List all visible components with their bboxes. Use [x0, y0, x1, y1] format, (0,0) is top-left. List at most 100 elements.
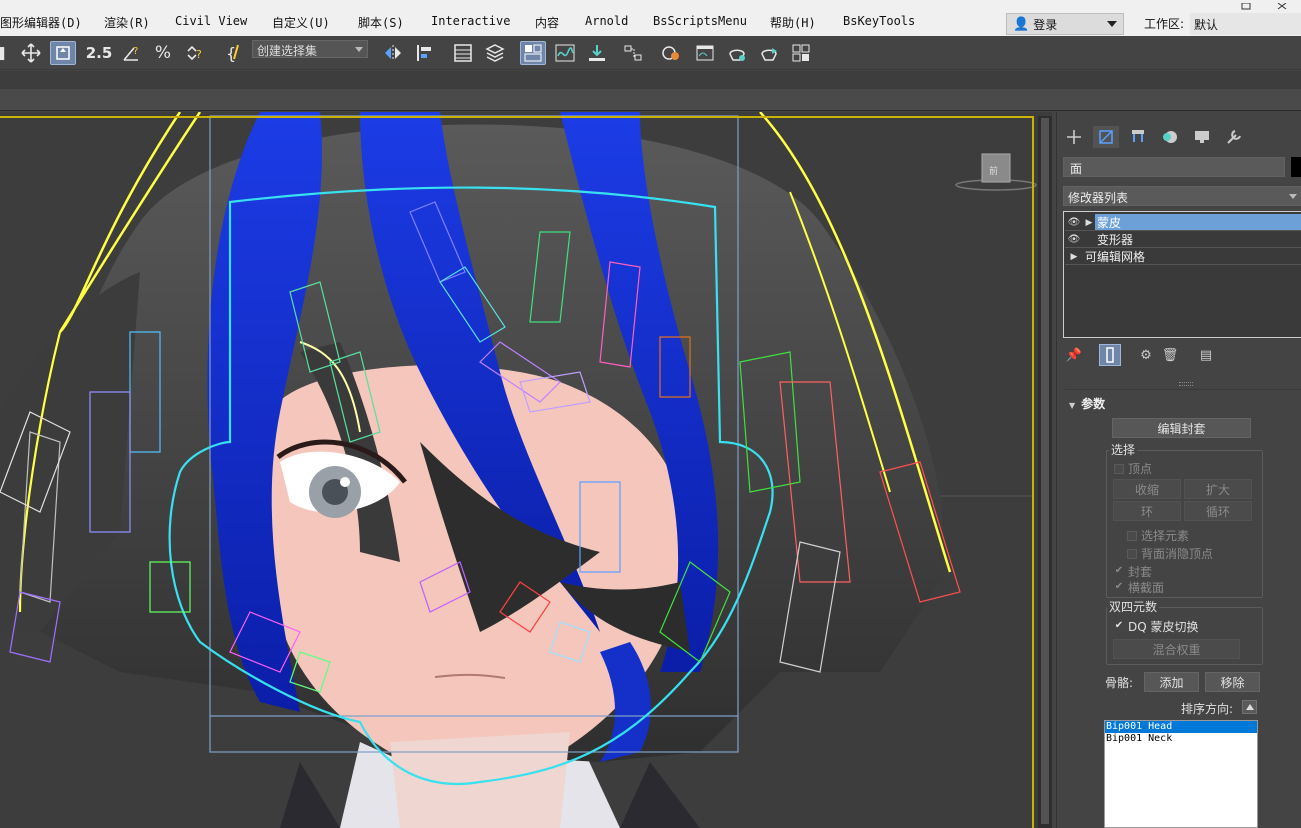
rollout-title: 参数 [1081, 397, 1106, 411]
material-editor-icon[interactable] [658, 41, 684, 65]
menu-arnold[interactable]: Arnold [585, 0, 628, 36]
viewport-splitter[interactable] [1038, 116, 1052, 828]
svg-text:?: ? [196, 48, 202, 61]
workspace-dropdown[interactable]: 默认 [1190, 13, 1301, 35]
workspace-label: 工作区: [1144, 17, 1185, 31]
chevron-down-icon [1289, 194, 1297, 199]
menu-graph-editors[interactable]: 图形编辑器(D) [0, 0, 82, 36]
edit-envelopes-button[interactable]: 编辑封套 [1112, 418, 1251, 438]
toggle-ribbon-icon[interactable] [520, 41, 546, 65]
dq-skin-toggle-checkbox[interactable]: ✔ DQ 蒙皮切换 [1114, 618, 1199, 635]
dual-quaternion-label: 双四元数 [1107, 598, 1160, 615]
chevron-down-icon [1107, 21, 1117, 27]
scene-explorer-icon[interactable] [450, 41, 476, 65]
list-item[interactable]: Bip001 Head [1105, 721, 1257, 733]
menu-help[interactable]: 帮助(H) [770, 0, 816, 36]
tab-display[interactable] [1189, 126, 1215, 148]
shrink-button[interactable]: 收缩 [1113, 479, 1181, 499]
menu-customize[interactable]: 自定义(U) [272, 0, 330, 36]
svg-text:前: 前 [989, 165, 998, 177]
dope-sheet-icon[interactable] [584, 41, 610, 65]
selection-set-placeholder: 创建选择集 [257, 44, 318, 58]
select-group-label: 选择 [1109, 441, 1138, 458]
grow-button[interactable]: 扩大 [1184, 479, 1252, 499]
menu-bskeytools[interactable]: BsKeyTools [843, 0, 915, 36]
menu-interactive[interactable]: Interactive [431, 0, 510, 36]
cross-sections-checkbox[interactable]: ✔ 横截面 [1114, 579, 1164, 596]
render-setup-icon[interactable] [692, 41, 718, 65]
render-production-icon[interactable] [756, 41, 782, 65]
motion-icon [1163, 131, 1177, 143]
add-bone-button[interactable]: 添加 [1144, 672, 1199, 692]
curve-editor-icon[interactable] [552, 41, 578, 65]
spinner-snap-icon[interactable]: ? [182, 41, 208, 65]
display-icon [1195, 131, 1209, 143]
move-icon[interactable] [18, 41, 44, 65]
eye-icon[interactable]: 👁 [1065, 234, 1083, 245]
snap-label: 2.5 [85, 44, 113, 62]
schematic-view-icon[interactable] [620, 41, 646, 65]
stack-item-skin[interactable]: 👁 ▶ 蒙皮 [1065, 214, 1301, 231]
login-label: 登录 [1033, 17, 1058, 32]
rollout-parameters[interactable]: ▼ 参数 [1069, 395, 1105, 412]
menu-bar: 图形编辑器(D) 渲染(R) Civil View 自定义(U) 脚本(S) I… [0, 0, 1301, 36]
link-icon[interactable]: ▮ [0, 41, 14, 65]
select-element-checkbox[interactable]: 选择元素 [1127, 527, 1189, 544]
render-grid-icon[interactable] [788, 41, 814, 65]
bones-list[interactable]: Bip001 Head Bip001 Neck [1104, 720, 1258, 828]
expand-arrow-icon[interactable]: ▶ [1083, 218, 1095, 228]
splitter-handle[interactable] [1041, 118, 1049, 824]
list-item[interactable]: Bip001 Neck [1105, 733, 1257, 745]
envelopes-checkbox[interactable]: ✔ 封套 [1114, 563, 1152, 580]
loop-button[interactable]: 循环 [1184, 501, 1252, 521]
backface-cull-checkbox[interactable]: 背面消隐顶点 [1127, 545, 1213, 562]
pin-stack-icon[interactable]: 📌 [1063, 344, 1085, 366]
menu-rendering[interactable]: 渲染(R) [104, 0, 150, 36]
tab-modify[interactable] [1093, 126, 1119, 148]
login-dropdown[interactable]: 👤 登录 [1006, 13, 1124, 35]
chevron-down-icon [355, 47, 363, 52]
viewport-scene: 前 [0, 112, 1052, 828]
tab-hierarchy[interactable] [1125, 126, 1151, 148]
expand-arrow-icon[interactable]: ▶ [1065, 252, 1083, 262]
toolbar-strip [0, 71, 1301, 89]
menu-scripting[interactable]: 脚本(S) [358, 0, 404, 36]
tab-motion[interactable] [1157, 126, 1183, 148]
tab-utilities[interactable] [1221, 126, 1247, 148]
blend-weights-button[interactable]: 混合权重 [1113, 639, 1240, 659]
remove-modifier-icon[interactable]: 🗑 [1159, 344, 1181, 366]
show-end-result-icon[interactable] [1099, 344, 1121, 366]
ring-button[interactable]: 环 [1113, 501, 1181, 521]
remove-bone-button[interactable]: 移除 [1205, 672, 1260, 692]
rollout-grip[interactable] [1179, 382, 1193, 386]
modifier-list-dropdown[interactable]: 修改器列表 [1063, 186, 1301, 206]
stack-item-label: 变形器 [1097, 233, 1134, 247]
layer-explorer-icon[interactable] [482, 41, 508, 65]
menu-bsscriptsmenu[interactable]: BsScriptsMenu [653, 0, 747, 36]
snap-toggle-icon[interactable]: 2.5 [85, 41, 113, 65]
edit-named-selection-icon[interactable]: { [222, 41, 248, 65]
eye-icon[interactable]: 👁 [1065, 217, 1083, 228]
align-icon[interactable] [412, 41, 438, 65]
stack-item-editable-mesh[interactable]: ▶ 可编辑网格 [1065, 248, 1301, 265]
menu-civil-view[interactable]: Civil View [175, 0, 247, 36]
named-selection-set-dropdown[interactable]: 创建选择集 [252, 40, 368, 58]
object-name-field[interactable]: 面 [1063, 157, 1285, 177]
sort-up-button[interactable] [1242, 700, 1257, 714]
mirror-icon[interactable] [380, 41, 406, 65]
make-unique-icon[interactable]: ⚙ [1135, 344, 1157, 366]
collapse-arrow-icon: ▼ [1069, 401, 1076, 410]
menu-content[interactable]: 内容 [535, 0, 559, 36]
modifier-list-label: 修改器列表 [1068, 191, 1129, 205]
render-frame-icon[interactable] [724, 41, 750, 65]
tab-create[interactable] [1061, 126, 1087, 148]
bones-label: 骨骼: [1105, 676, 1134, 690]
angle-snap-icon[interactable]: ? [118, 41, 144, 65]
object-color-swatch[interactable] [1291, 157, 1301, 177]
perspective-viewport[interactable]: 前 [0, 112, 1052, 828]
stack-item-morpher[interactable]: 👁 变形器 [1065, 231, 1301, 248]
select-place-icon[interactable] [50, 41, 76, 65]
percent-snap-icon[interactable]: % [150, 41, 176, 65]
configure-modifier-sets-icon[interactable]: ▤ [1195, 344, 1217, 366]
vertices-checkbox[interactable]: 顶点 [1114, 460, 1152, 477]
